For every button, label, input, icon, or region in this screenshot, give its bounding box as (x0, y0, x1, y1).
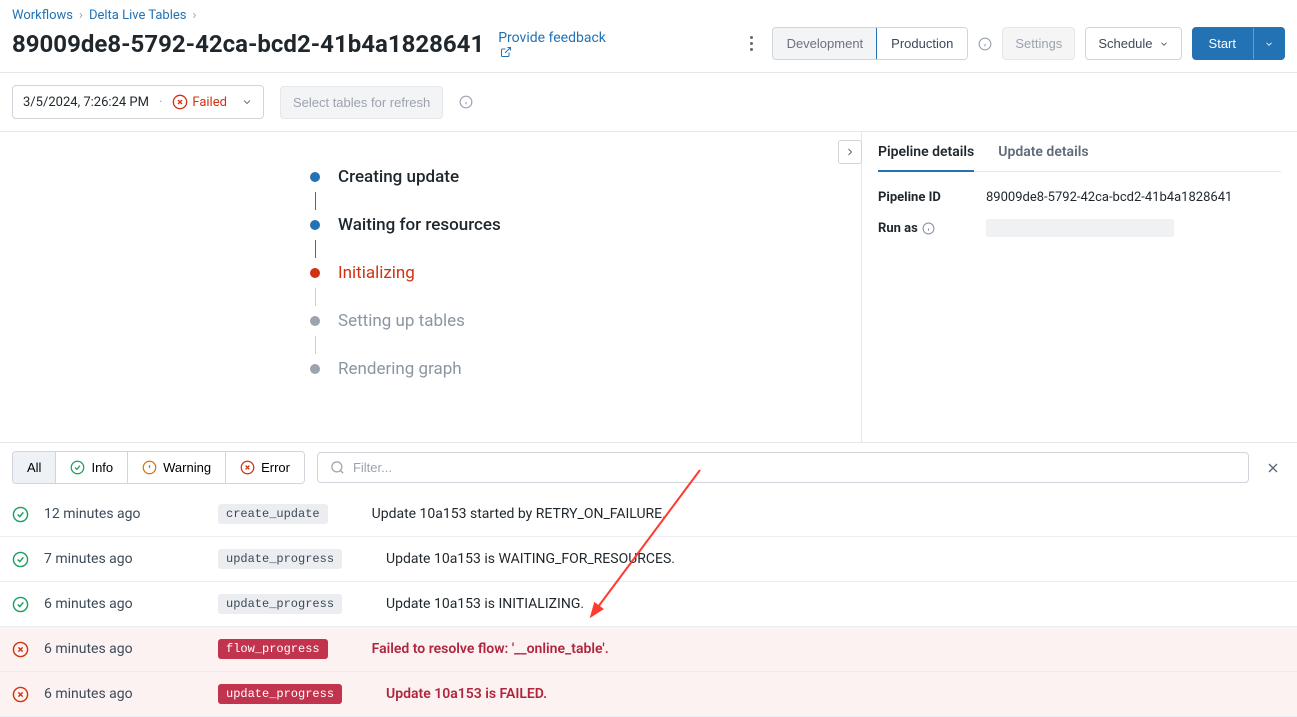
check-circle-icon (12, 506, 30, 523)
log-time: 7 minutes ago (44, 551, 204, 567)
start-button[interactable]: Start (1192, 27, 1253, 60)
error-circle-icon (12, 686, 30, 703)
check-circle-icon (12, 596, 30, 613)
schedule-button[interactable]: Schedule (1085, 27, 1181, 60)
step-rendering-graph: Rendering graph (310, 354, 861, 384)
filter-warning-button[interactable]: Warning (128, 452, 226, 483)
log-row[interactable]: 6 minutes ago update_progress Update 10a15… (0, 582, 1297, 627)
collapse-sidebar-button[interactable] (838, 140, 862, 164)
log-tag: update_progress (218, 549, 342, 569)
log-message: Failed to resolve flow: '__online_table'… (342, 641, 1285, 657)
chevron-down-icon (1264, 39, 1274, 49)
schedule-label: Schedule (1098, 36, 1152, 51)
log-row[interactable]: 6 minutes ago flow_progress Failed to reso… (0, 627, 1297, 672)
info-icon (922, 222, 935, 235)
select-tables-refresh-button[interactable]: Select tables for refresh (280, 86, 443, 119)
check-circle-icon (12, 551, 30, 568)
log-time: 6 minutes ago (44, 686, 204, 702)
step-setting-up-tables: Setting up tables (310, 306, 861, 336)
breadcrumb: Workflows › Delta Live Tables › (12, 8, 1285, 23)
log-time: 12 minutes ago (44, 506, 204, 522)
chevron-right-icon (844, 146, 856, 158)
log-message: Update 10a153 started by RETRY_ON_FAILUR… (342, 506, 1285, 522)
more-menu-button[interactable] (742, 32, 762, 55)
log-message: Update 10a153 is FAILED. (356, 686, 1285, 702)
page-title: 89009de8-5792-42ca-bcd2-41b4a1828641 (12, 30, 484, 58)
chevron-down-icon (1159, 39, 1169, 49)
pipeline-steps: Creating update Waiting for resources In… (310, 162, 861, 384)
log-level-filter: All Info Warning Error (12, 451, 305, 484)
log-tag: flow_progress (218, 639, 328, 659)
step-initializing: Initializing (310, 258, 861, 288)
filter-all-button[interactable]: All (13, 452, 56, 483)
value-run-as-redacted (986, 219, 1174, 237)
close-logs-button[interactable] (1261, 456, 1285, 480)
log-list: 12 minutes ago create_update Update 10a153… (0, 492, 1297, 717)
error-circle-icon (12, 641, 30, 658)
log-tag: update_progress (218, 684, 342, 704)
start-dropdown-button[interactable] (1253, 27, 1285, 60)
log-time: 6 minutes ago (44, 641, 204, 657)
details-tabs: Pipeline details Update details (878, 144, 1281, 172)
close-icon (1265, 460, 1281, 476)
external-link-icon (500, 46, 512, 58)
label-run-as: Run as (878, 221, 986, 236)
tab-update-details[interactable]: Update details (998, 144, 1088, 171)
tab-pipeline-details[interactable]: Pipeline details (878, 144, 974, 172)
run-timestamp: 3/5/2024, 7:26:24 PM (23, 95, 149, 110)
breadcrumb-workflows[interactable]: Workflows (12, 8, 73, 23)
error-circle-icon (172, 94, 188, 110)
filter-info-button[interactable]: Info (56, 452, 128, 483)
run-status: Failed (172, 94, 227, 110)
info-icon[interactable] (978, 37, 992, 51)
log-search[interactable] (317, 452, 1249, 483)
mode-production-button[interactable]: Production (876, 27, 968, 60)
mode-toggle: Development Production (772, 27, 969, 60)
chevron-right-icon: › (193, 8, 197, 23)
check-circle-icon (70, 460, 85, 475)
info-icon[interactable] (459, 95, 473, 109)
provide-feedback-link[interactable]: Provide feedback (498, 30, 606, 58)
log-row[interactable]: 6 minutes ago update_progress Update 10a15… (0, 672, 1297, 717)
log-message: Update 10a153 is INITIALIZING. (356, 596, 1285, 612)
log-row[interactable]: 12 minutes ago create_update Update 10a153… (0, 492, 1297, 537)
label-pipeline-id: Pipeline ID (878, 190, 986, 205)
chevron-down-icon (241, 96, 253, 108)
run-selector[interactable]: 3/5/2024, 7:26:24 PM · Failed (12, 85, 264, 119)
log-tag: create_update (218, 504, 328, 524)
step-waiting-resources: Waiting for resources (310, 210, 861, 240)
log-search-input[interactable] (353, 460, 1236, 475)
chevron-right-icon: › (79, 8, 83, 23)
breadcrumb-dlt[interactable]: Delta Live Tables (89, 8, 187, 23)
feedback-label: Provide feedback (498, 30, 606, 46)
error-circle-icon (240, 460, 255, 475)
step-creating-update: Creating update (310, 162, 861, 192)
filter-error-button[interactable]: Error (226, 452, 304, 483)
settings-button[interactable]: Settings (1002, 27, 1075, 60)
log-tag: update_progress (218, 594, 342, 614)
warning-circle-icon (142, 460, 157, 475)
mode-development-button[interactable]: Development (773, 28, 878, 59)
log-message: Update 10a153 is WAITING_FOR_RESOURCES. (356, 551, 1285, 567)
search-icon (330, 460, 345, 475)
value-pipeline-id: 89009de8-5792-42ca-bcd2-41b4a1828641 (986, 190, 1232, 205)
log-time: 6 minutes ago (44, 596, 204, 612)
log-row[interactable]: 7 minutes ago update_progress Update 10a15… (0, 537, 1297, 582)
